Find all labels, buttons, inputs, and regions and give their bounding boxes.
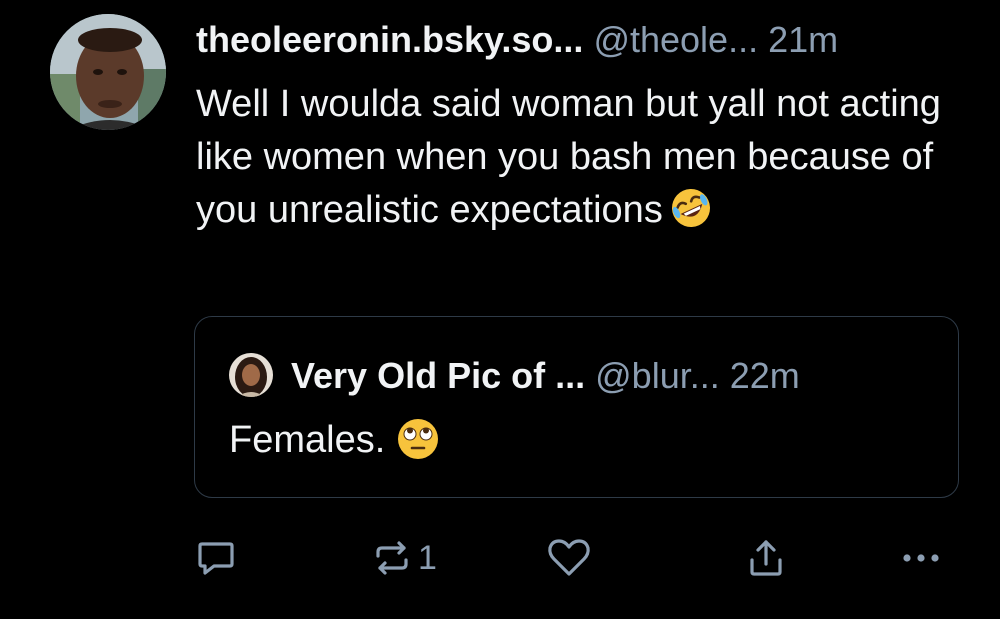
repost-count: 1 <box>418 539 437 577</box>
quoted-post-header: Very Old Pic of ... @blur... 22m <box>291 351 800 401</box>
repost-icon <box>376 541 408 575</box>
more-button[interactable] <box>898 530 944 586</box>
author-display-name[interactable]: theoleeronin.bsky.so... <box>196 19 583 60</box>
post-actions: 1 <box>0 530 1000 586</box>
like-button[interactable] <box>546 530 592 586</box>
author-handle[interactable]: @theole... <box>593 19 758 60</box>
repost-button[interactable]: 1 <box>370 530 437 586</box>
share-button[interactable] <box>744 530 788 586</box>
post-header: theoleeronin.bsky.so... @theole... 21m <box>196 16 838 64</box>
post-timestamp[interactable]: 21m <box>768 19 838 60</box>
quoted-author-handle[interactable]: @blur... <box>595 355 720 396</box>
quoted-author-avatar[interactable] <box>229 353 273 397</box>
quoted-post-text: Females. <box>229 415 441 465</box>
quoted-author-display-name[interactable]: Very Old Pic of ... <box>291 355 585 396</box>
post[interactable]: theoleeronin.bsky.so... @theole... 21m W… <box>0 0 1000 619</box>
quoted-post-text-content: Females. <box>229 419 386 461</box>
quoted-post-timestamp[interactable]: 22m <box>730 355 800 396</box>
face-with-rolling-eyes-emoji <box>398 419 439 459</box>
quoted-post[interactable]: Very Old Pic of ... @blur... 22m Females… <box>194 316 959 498</box>
post-text-content: Well I woulda said woman but yall not ac… <box>196 83 941 231</box>
post-text: Well I woulda said woman but yall not ac… <box>196 78 966 237</box>
rolling-on-floor-laughing-emoji <box>671 189 710 227</box>
share-icon <box>750 540 782 576</box>
heart-icon <box>548 539 590 576</box>
more-icon <box>903 554 939 562</box>
author-avatar[interactable] <box>50 14 166 130</box>
reply-icon <box>198 542 234 575</box>
reply-button[interactable] <box>194 530 238 586</box>
